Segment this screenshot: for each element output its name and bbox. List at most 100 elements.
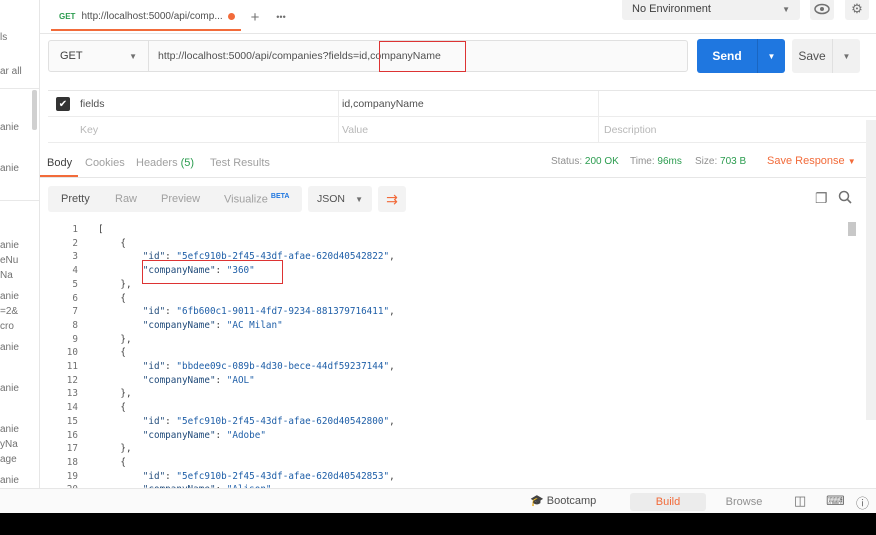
- sidebar-fragment[interactable]: anie: [0, 163, 19, 174]
- chevron-down-icon: ▼: [355, 194, 363, 204]
- search-icon[interactable]: [838, 190, 852, 207]
- keyboard-shortcuts-icon[interactable]: ⌨: [826, 493, 845, 509]
- graduation-cap-icon: 🎓: [530, 495, 544, 507]
- tab-test-results[interactable]: Test Results: [210, 157, 270, 169]
- sidebar-fragment[interactable]: anie: [0, 240, 19, 251]
- copy-icon[interactable]: ❐: [815, 190, 828, 207]
- sidebar-fragment[interactable]: anie: [0, 383, 19, 394]
- tab-cookies[interactable]: Cookies: [85, 157, 125, 169]
- code-text: },: [98, 278, 132, 290]
- line-number: 2: [72, 237, 78, 249]
- tab-headers-label: Headers: [136, 157, 178, 169]
- help-icon[interactable]: ⓘ: [856, 493, 869, 512]
- code-scrollbar[interactable]: [848, 222, 856, 236]
- send-label: Send: [712, 49, 742, 63]
- new-tab-button[interactable]: +: [243, 6, 267, 28]
- sidebar-fragment[interactable]: Na: [0, 270, 13, 281]
- sidebar-fragment[interactable]: ar all: [0, 66, 22, 77]
- save-options-chevron-icon[interactable]: ▼: [833, 52, 860, 61]
- query-params-table: ✔ fields id,companyName Key Value Descri…: [48, 90, 876, 143]
- tab-method: GET: [59, 11, 76, 21]
- beta-badge: BETA: [270, 193, 290, 200]
- request-tab[interactable]: GET http://localhost:5000/api/comp...: [51, 3, 241, 31]
- sidebar-fragment[interactable]: =2&: [0, 306, 18, 317]
- code-line: 17 },: [48, 442, 858, 456]
- sidebar-fragment[interactable]: yNa: [0, 439, 18, 450]
- code-text: "id": "5efc910b-2f45-43df-afae-620d40542…: [142, 415, 395, 427]
- code-line: 7 "id": "6fb600c1-9011-4fd7-9234-8813797…: [48, 305, 858, 319]
- browse-mode-button[interactable]: Browse: [706, 493, 782, 511]
- sidebar-fragment[interactable]: anie: [0, 424, 19, 435]
- param-key[interactable]: fields: [80, 91, 105, 117]
- active-tab-indicator: [40, 175, 78, 177]
- bootcamp-link[interactable]: 🎓 Bootcamp: [530, 494, 596, 507]
- line-number: 4: [72, 265, 78, 277]
- send-options-chevron-icon[interactable]: ▼: [758, 52, 785, 61]
- view-visualize-label: Visualize: [224, 193, 268, 206]
- manage-environments-button[interactable]: ⚙: [845, 0, 869, 20]
- size-readout: Size: 703 B: [695, 156, 746, 167]
- save-button[interactable]: Save ▼: [792, 39, 860, 73]
- tab-options-button[interactable]: •••: [269, 6, 293, 28]
- code-line: 12 "companyName": "AOL": [48, 374, 858, 388]
- new-param-description[interactable]: Description: [604, 117, 657, 143]
- save-response-button[interactable]: Save Response ▼: [767, 155, 856, 167]
- code-text: },: [98, 333, 132, 345]
- view-visualize[interactable]: Visualize BETA: [224, 193, 289, 206]
- wrap-lines-button[interactable]: ⇉: [378, 186, 406, 212]
- sidebar-fragment[interactable]: anie: [0, 291, 19, 302]
- code-line: 1[: [48, 223, 858, 237]
- sidebar-fragment[interactable]: ls: [0, 32, 7, 43]
- code-text: [: [98, 224, 104, 235]
- sidebar-fragment[interactable]: eNu: [0, 255, 18, 266]
- history-sidebar: ls ar all anie anie anie eNu Na anie =2&…: [0, 0, 40, 488]
- line-number: 15: [66, 415, 78, 427]
- param-enabled-checkbox[interactable]: ✔: [56, 97, 70, 111]
- table-row: Key Value Description: [48, 117, 876, 143]
- save-label: Save: [798, 49, 826, 63]
- tab-body[interactable]: Body: [47, 157, 72, 169]
- code-text: "id": "5efc910b-2f45-43df-afae-620d40542…: [142, 470, 395, 482]
- window-scrollbar[interactable]: [866, 120, 876, 420]
- sidebar-fragment[interactable]: cro: [0, 321, 14, 332]
- code-line: 18 {: [48, 456, 858, 470]
- environment-quick-look-button[interactable]: [810, 0, 834, 20]
- sidebar-fragment[interactable]: anie: [0, 475, 19, 486]
- sidebar-scrollbar[interactable]: [32, 90, 37, 130]
- code-text: },: [98, 443, 132, 455]
- param-value[interactable]: id,companyName: [342, 91, 424, 117]
- code-text: {: [98, 292, 126, 304]
- chevron-down-icon: ▼: [847, 157, 856, 166]
- view-preview[interactable]: Preview: [161, 193, 200, 205]
- method-select[interactable]: GET ▼: [49, 41, 149, 71]
- view-raw[interactable]: Raw: [115, 193, 137, 205]
- environment-select[interactable]: No Environment ▼: [622, 0, 800, 20]
- build-mode-button[interactable]: Build: [630, 493, 706, 511]
- save-response-label: Save Response: [767, 155, 845, 167]
- postman-window: ls ar all anie anie anie eNu Na anie =2&…: [0, 0, 876, 513]
- line-number: 8: [72, 319, 78, 331]
- code-text: {: [98, 347, 126, 359]
- line-number: 6: [72, 292, 78, 304]
- size-label: Size:: [695, 156, 718, 167]
- column-divider: [598, 91, 599, 143]
- send-button[interactable]: Send ▼: [697, 39, 785, 73]
- new-param-key[interactable]: Key: [80, 117, 98, 143]
- code-line: 11 "id": "bbdee09c-089b-4d30-bece-44df59…: [48, 360, 858, 374]
- status-value: 200 OK: [584, 156, 619, 167]
- code-text: {: [98, 456, 126, 468]
- sidebar-fragment[interactable]: age: [0, 454, 17, 465]
- code-text: },: [98, 388, 132, 400]
- view-pretty[interactable]: Pretty: [61, 193, 90, 205]
- code-line: 6 {: [48, 292, 858, 306]
- code-text: "companyName": "Adobe": [142, 429, 266, 441]
- line-number: 16: [66, 429, 78, 441]
- highlight-box: [142, 260, 283, 284]
- format-select[interactable]: JSON ▼: [308, 186, 372, 212]
- new-param-value[interactable]: Value: [342, 117, 368, 143]
- sidebar-fragment[interactable]: anie: [0, 342, 19, 353]
- tab-headers[interactable]: Headers (5): [136, 157, 194, 169]
- two-pane-view-icon[interactable]: ◫: [794, 493, 806, 509]
- code-text: {: [98, 402, 126, 414]
- sidebar-fragment[interactable]: anie: [0, 122, 19, 133]
